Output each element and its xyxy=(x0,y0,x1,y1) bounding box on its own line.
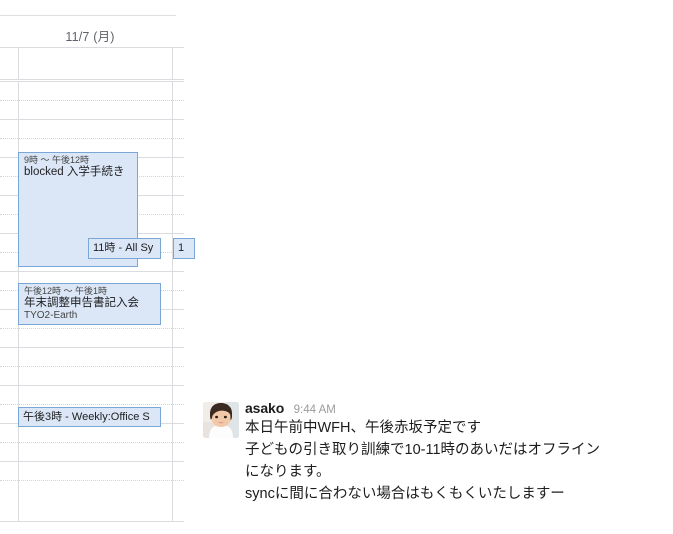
calendar-event-all-sync-adjacent[interactable]: 1 xyxy=(173,238,195,259)
calendar-event-weekly-office[interactable]: 午後3時 - Weekly:Office S xyxy=(18,407,161,427)
message-text-line: syncに間に合わない場合はもくもくいたしますー xyxy=(245,486,565,502)
day-column-divider xyxy=(172,81,173,522)
message-author[interactable]: asako xyxy=(245,400,284,416)
message-timestamp[interactable]: 9:44 AM xyxy=(294,404,336,416)
all-day-column-divider xyxy=(172,47,173,80)
avatar[interactable] xyxy=(203,402,239,438)
event-location: TYO2-Earth xyxy=(24,310,78,322)
message-body: asako 9:44 AM 本日午前中WFH、午後赤坂予定です 子どもの引き取り… xyxy=(245,400,663,505)
calendar-hour-grid[interactable]: 9時 〜 午後12時 blocked 入学手続き 11時 - All Sy 1 … xyxy=(0,81,195,522)
message-text-line: になります。 xyxy=(245,464,331,480)
chat-message: asako 9:44 AM 本日午前中WFH、午後赤坂予定です 子どもの引き取り… xyxy=(203,400,663,505)
message-text-line: 本日午前中WFH、午後赤坂予定です xyxy=(245,420,482,436)
event-time: 9時 〜 午後12時 xyxy=(24,155,90,165)
all-day-top-border xyxy=(0,47,184,48)
grid-bottom-border xyxy=(0,521,184,522)
calendar-event-all-sync[interactable]: 11時 - All Sy xyxy=(88,238,161,259)
avatar-photo-icon xyxy=(203,402,239,438)
calendar-day-view: 11/7 (月) 9時 〜 午後12時 blocked 入学手続き 11時 - … xyxy=(0,0,195,534)
message-text-line: 子どもの引き取り訓練で10-11時のあいだはオフライン xyxy=(245,442,601,458)
message-header: asako 9:44 AM xyxy=(245,400,663,416)
all-day-row[interactable] xyxy=(0,47,184,80)
calendar-date-header: 11/7 (月) xyxy=(65,30,115,44)
event-title: blocked 入学手続き xyxy=(24,165,125,178)
all-day-bottom-border xyxy=(0,79,184,80)
event-title: 年末調整申告書記入会 xyxy=(24,296,139,309)
calendar-event-nenmatsu-chousei[interactable]: 午後12時 〜 午後1時 年末調整申告書記入会 TYO2-Earth xyxy=(18,283,161,325)
calendar-top-divider xyxy=(0,15,176,16)
all-day-gutter-divider xyxy=(18,47,19,80)
event-time: 午後12時 〜 午後1時 xyxy=(24,286,108,296)
